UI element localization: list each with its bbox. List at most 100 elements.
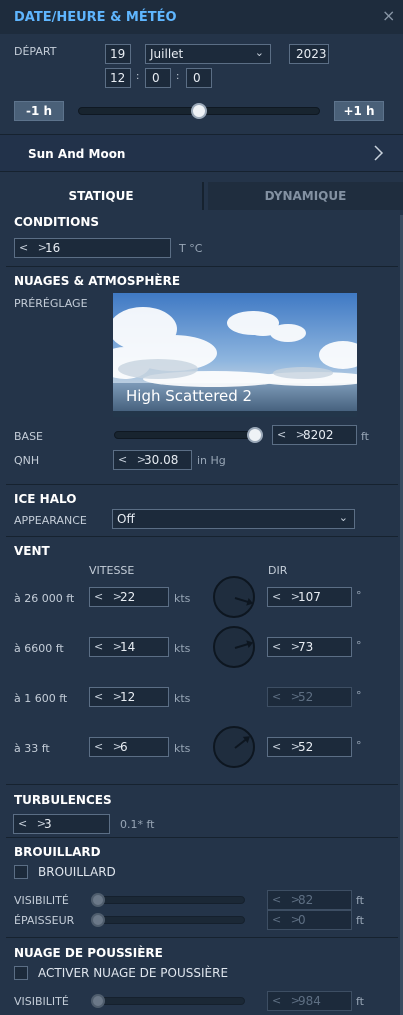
fog-visibility-slider-knob[interactable]	[91, 893, 105, 907]
dust-visibility-value: 984	[298, 994, 321, 1008]
dust-visibility-input: < >984	[267, 991, 352, 1011]
base-value: 8202	[303, 428, 334, 442]
appearance-select[interactable]: Off ⌄	[112, 509, 355, 529]
speed-unit: kts	[174, 642, 191, 655]
turbulence-input[interactable]: < >3	[13, 814, 110, 834]
appearance-value: Off	[117, 512, 135, 526]
month-select[interactable]: Juillet ⌄	[145, 44, 271, 64]
fog-title: BROUILLARD	[14, 845, 101, 859]
sun-moon-label: Sun And Moon	[28, 147, 126, 161]
day-input[interactable]: 19	[105, 44, 131, 64]
speed-header: VITESSE	[89, 564, 135, 577]
divider	[6, 266, 398, 267]
wind-direction-dial[interactable]	[213, 626, 255, 668]
base-unit: ft	[361, 430, 369, 443]
minute-input[interactable]: 0	[145, 68, 171, 88]
temperature-input[interactable]: < >16	[14, 238, 171, 258]
turbulence-unit: 0.1* ft	[120, 818, 155, 831]
wind-direction-dial[interactable]	[213, 726, 255, 768]
wind-dir-value: 52	[298, 690, 314, 704]
temperature-value: 16	[45, 241, 61, 255]
wind-direction-arrow-icon	[234, 642, 252, 649]
conditions-title: CONDITIONS	[14, 215, 100, 229]
fog-thickness-label: ÉPAISSEUR	[14, 914, 75, 927]
turbulence-value: 3	[44, 817, 52, 831]
wind-speed-input[interactable]: < >22	[89, 587, 169, 607]
fog-thickness-unit: ft	[356, 914, 364, 927]
dust-visibility-label: VISIBILITÉ	[14, 995, 69, 1008]
fog-thickness-slider-knob[interactable]	[91, 913, 105, 927]
temperature-unit: T °C	[179, 242, 203, 255]
year-input[interactable]: 2023	[289, 44, 329, 64]
wind-dir-input: < >52	[267, 687, 352, 707]
qnh-unit: in Hg	[197, 454, 226, 467]
wind-dir-input[interactable]: < >52	[267, 737, 352, 757]
divider	[6, 484, 398, 485]
divider	[6, 784, 398, 785]
fog-visibility-slider-track[interactable]	[92, 896, 245, 904]
qnh-input[interactable]: < >30.08	[113, 450, 192, 470]
minus-hour-button[interactable]: -1 h	[14, 101, 64, 121]
wind-alt-label: à 6600 ft	[14, 642, 64, 655]
tab-statique-label: STATIQUE	[68, 189, 134, 203]
wind-speed-input[interactable]: < >12	[89, 687, 169, 707]
wind-dir-value: 107	[298, 590, 321, 604]
month-value: Juillet	[150, 47, 184, 61]
appearance-label: APPEARANCE	[14, 514, 87, 527]
chevron-down-icon: ⌄	[338, 511, 348, 524]
wind-speed-value: 6	[120, 740, 128, 754]
divider	[6, 536, 398, 537]
wind-direction-dial[interactable]	[213, 576, 255, 618]
divider	[6, 837, 398, 838]
wind-dir-value: 52	[298, 740, 314, 754]
ice-halo-title: ICE HALO	[14, 492, 77, 506]
wind-alt-label: à 26 000 ft	[14, 592, 75, 605]
base-slider-track[interactable]	[114, 431, 262, 439]
dust-visibility-slider-knob[interactable]	[91, 994, 105, 1008]
wind-dir-value: 73	[298, 640, 314, 654]
dust-checkbox-label[interactable]: ACTIVER NUAGE DE POUSSIÈRE	[38, 966, 228, 980]
plus-hour-button[interactable]: +1 h	[334, 101, 384, 121]
wind-dir-input[interactable]: < >73	[267, 637, 352, 657]
clouds-title: NUAGES & ATMOSPHÈRE	[14, 274, 181, 288]
speed-unit: kts	[174, 742, 191, 755]
dir-unit: °	[356, 639, 362, 652]
fog-checkbox-label[interactable]: BROUILLARD	[38, 865, 116, 879]
dir-unit: °	[356, 739, 362, 752]
base-input[interactable]: < >8202	[272, 425, 357, 445]
close-icon[interactable]: ×	[382, 6, 395, 25]
divider	[6, 937, 398, 938]
wind-speed-value: 12	[120, 690, 136, 704]
wind-alt-label: à 1 600 ft	[14, 692, 68, 705]
dust-title: NUAGE DE POUSSIÈRE	[14, 946, 163, 960]
wind-dir-input[interactable]: < >107	[267, 587, 352, 607]
turbulence-title: TURBULENCES	[14, 793, 112, 807]
dust-checkbox[interactable]	[14, 966, 28, 980]
speed-unit: kts	[174, 692, 191, 705]
second-input[interactable]: 0	[186, 68, 212, 88]
time-slider-knob[interactable]	[191, 103, 207, 119]
wind-title: VENT	[14, 544, 50, 558]
preset-name: High Scattered 2	[126, 387, 253, 405]
window-title: DATE/HEURE & MÉTÉO	[14, 10, 177, 25]
wind-alt-label: à 33 ft	[14, 742, 50, 755]
wind-speed-value: 22	[120, 590, 136, 604]
dir-unit: °	[356, 589, 362, 602]
qnh-label: QNH	[14, 454, 40, 467]
base-slider-knob[interactable]	[247, 427, 263, 443]
dust-visibility-slider-track[interactable]	[92, 997, 245, 1005]
chevron-down-icon: ⌄	[254, 46, 264, 59]
wind-speed-input[interactable]: < >14	[89, 637, 169, 657]
wind-speed-value: 14	[120, 640, 136, 654]
wind-speed-input[interactable]: < >6	[89, 737, 169, 757]
fog-thickness-value: 0	[298, 913, 306, 927]
tab-dynamique[interactable]: DYNAMIQUE	[208, 182, 403, 210]
preset-label: PRÉRÉGLAGE	[14, 297, 88, 310]
fog-visibility-unit: ft	[356, 894, 364, 907]
hour-input[interactable]: 12	[105, 68, 131, 88]
tab-statique[interactable]: STATIQUE	[0, 182, 204, 210]
dust-visibility-unit: ft	[356, 995, 364, 1008]
chevron-right-icon[interactable]	[372, 144, 384, 162]
fog-thickness-slider-track[interactable]	[92, 916, 245, 924]
fog-checkbox[interactable]	[14, 865, 28, 879]
